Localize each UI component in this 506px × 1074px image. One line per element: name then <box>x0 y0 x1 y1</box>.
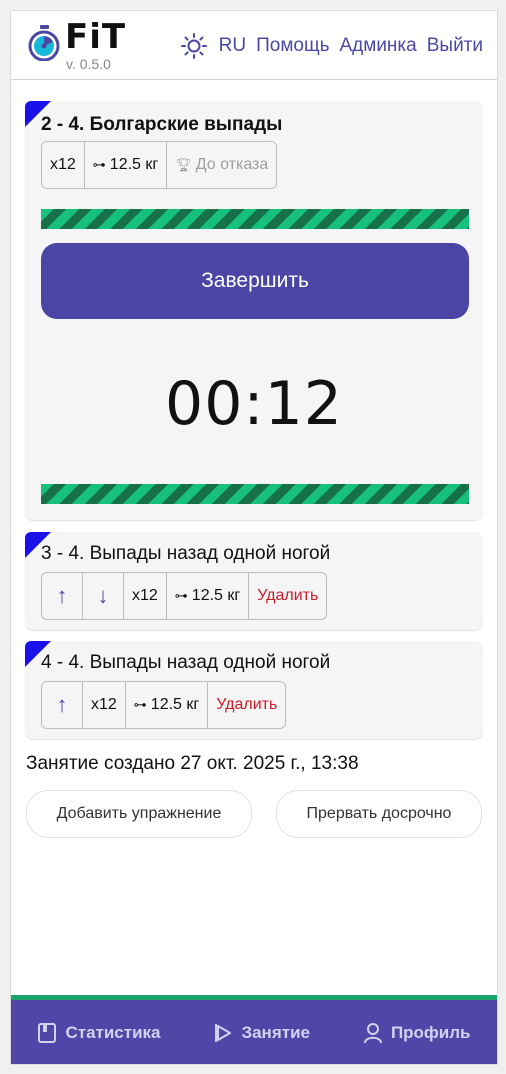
move-up-button[interactable]: ↑ <box>42 573 83 619</box>
delete-button[interactable]: Удалить <box>208 682 286 728</box>
finish-button[interactable]: Завершить <box>41 243 469 319</box>
trophy-icon: 🏆︎ <box>175 157 192 172</box>
dumbbell-icon: ⊶ <box>133 697 147 712</box>
reps-pill[interactable]: x12 <box>83 682 126 728</box>
session-created-text: Занятие создано 27 окт. 2025 г., 13:38 <box>26 753 359 774</box>
progress-stripe-top <box>41 209 469 229</box>
queued-exercise-controls: ↑ ↓ x12 ⊶ 12.5 кг Удалить <box>41 572 328 620</box>
weight-value: 12.5 кг <box>150 696 200 713</box>
reps-value: x12 <box>50 156 76 173</box>
queued-exercise-controls: ↑ x12 ⊶ 12.5 кг Удалить <box>41 681 287 729</box>
bottom-nav-statistics[interactable]: Статистика <box>37 1022 161 1044</box>
app-header: FiT v. 0.5.0 RU Помощь Админка Выйти <box>11 11 497 80</box>
move-down-button[interactable]: ↓ <box>83 573 124 619</box>
dumbbell-icon: ⊶ <box>92 157 106 172</box>
goal-pill[interactable]: 🏆︎ До отказа <box>167 142 277 188</box>
active-exercise-title: 2 - 4. Болгарские выпады <box>41 114 283 135</box>
queued-exercise-card: 3 - 4. Выпады назад одной ногой ↑ ↓ x12 … <box>25 532 483 630</box>
queued-exercise-card: 4 - 4. Выпады назад одной ногой ↑ x12 ⊶ … <box>25 641 483 739</box>
bottom-nav-label: Занятие <box>241 1022 310 1042</box>
active-exercise-card: 2 - 4. Болгарские выпады x12 ⊶ 12.5 кг 🏆… <box>25 101 483 520</box>
bottom-nav-label: Статистика <box>65 1022 161 1042</box>
nav-admin[interactable]: Админка <box>340 35 417 57</box>
sun-icon[interactable] <box>180 33 207 59</box>
arrow-down-icon: ↓ <box>97 583 109 608</box>
goal-value: До отказа <box>195 156 269 173</box>
book-icon <box>38 1022 57 1043</box>
delete-button[interactable]: Удалить <box>249 573 327 619</box>
queued-exercise-title: 3 - 4. Выпады назад одной ногой <box>41 543 331 564</box>
arrow-up-icon: ↑ <box>56 692 68 717</box>
set-timer: 00:12 <box>165 369 343 439</box>
weight-pill[interactable]: ⊶ 12.5 кг <box>166 573 250 619</box>
bottom-nav-session[interactable]: Занятие <box>213 1022 310 1044</box>
weight-value: 12.5 кг <box>109 156 159 173</box>
app-logo[interactable]: FiT <box>65 17 126 57</box>
weight-value: 12.5 кг <box>191 587 241 604</box>
weight-pill[interactable]: ⊶ 12.5 кг <box>84 142 168 188</box>
stopwatch-logo-icon[interactable] <box>27 25 61 61</box>
weight-pill[interactable]: ⊶ 12.5 кг <box>125 682 209 728</box>
dumbbell-icon: ⊶ <box>174 588 188 603</box>
move-up-button[interactable]: ↑ <box>42 682 83 728</box>
abort-session-button[interactable]: Прервать досрочно <box>276 790 482 838</box>
add-exercise-button[interactable]: Добавить упражнение <box>26 790 252 838</box>
nav-logout[interactable]: Выйти <box>427 35 483 57</box>
play-icon <box>215 1023 232 1042</box>
reps-value: x12 <box>91 696 117 713</box>
active-exercise-params: x12 ⊶ 12.5 кг 🏆︎ До отказа <box>41 141 278 189</box>
nav-language[interactable]: RU <box>219 35 246 57</box>
bottom-nav: Статистика Занятие Профиль <box>11 995 497 1064</box>
reps-pill[interactable]: x12 <box>42 142 85 188</box>
reps-pill[interactable]: x12 <box>124 573 167 619</box>
nav-help[interactable]: Помощь <box>256 35 329 57</box>
queued-exercise-title: 4 - 4. Выпады назад одной ногой <box>41 652 331 673</box>
app-frame: FiT v. 0.5.0 RU Помощь Админка Выйти 2 -… <box>10 10 498 1065</box>
user-icon <box>363 1022 382 1043</box>
top-nav: RU Помощь Админка Выйти <box>180 33 483 59</box>
progress-stripe-bottom <box>41 484 469 504</box>
app-version: v. 0.5.0 <box>66 56 111 72</box>
bottom-nav-profile[interactable]: Профиль <box>363 1022 471 1044</box>
arrow-up-icon: ↑ <box>56 583 68 608</box>
bottom-nav-label: Профиль <box>390 1022 471 1042</box>
reps-value: x12 <box>132 587 158 604</box>
